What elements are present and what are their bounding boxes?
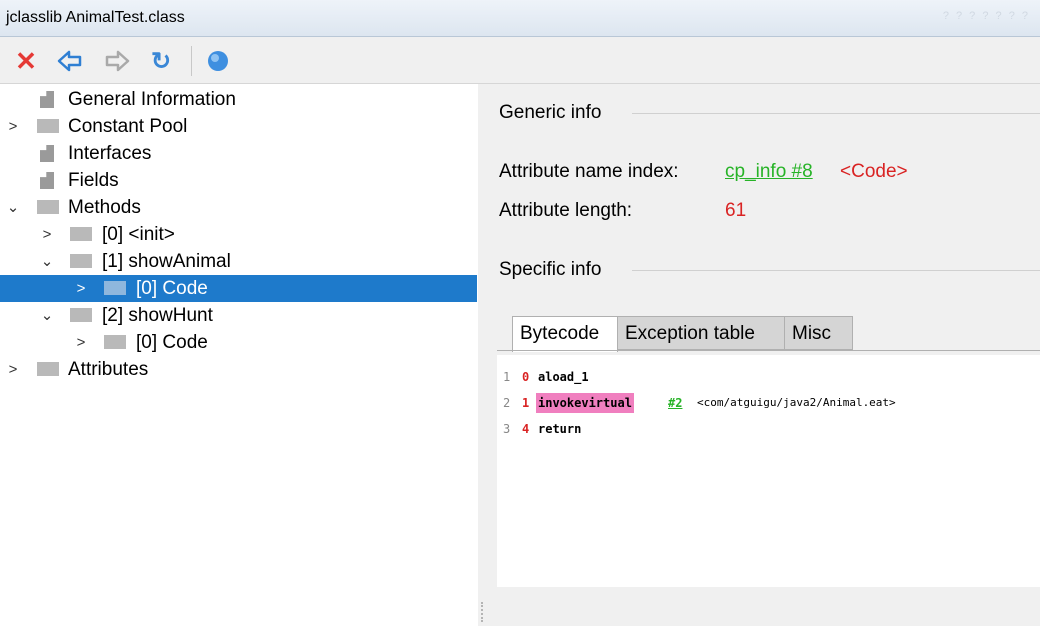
bytecode-view[interactable]: 1 0 aload_1 2 1 invokevirtual #2 <com/at… [497, 355, 1040, 587]
chevron-down-icon[interactable]: ⌄ [6, 194, 20, 221]
folder-icon [70, 227, 92, 241]
attribute-name-value: <Code> [840, 161, 908, 182]
attribute-name-index-label: Attribute name index: [499, 161, 679, 182]
opcode: aload_1 [538, 370, 589, 384]
chevron-down-icon[interactable]: ⌄ [40, 248, 54, 275]
refresh-icon[interactable]: ↻ [148, 48, 174, 75]
back-arrow-icon[interactable] [57, 48, 83, 74]
forward-arrow-icon[interactable] [104, 48, 130, 74]
chevron-down-icon[interactable]: ⌄ [40, 302, 54, 329]
window-title: jclasslib AnimalTest.class [6, 9, 185, 26]
folder-icon [37, 362, 59, 376]
tab-exception-table[interactable]: Exception table [617, 316, 785, 350]
folder-icon [70, 308, 92, 322]
close-icon[interactable]: ✕ [13, 48, 39, 74]
attribute-length-value: 61 [725, 200, 747, 221]
folder-icon [37, 200, 59, 214]
chevron-right-icon[interactable]: > [74, 275, 88, 302]
specific-info-title: Specific info [499, 259, 602, 280]
tab-underline [497, 350, 1040, 351]
toolbar: ✕ ↻ [0, 38, 1040, 84]
file-icon [40, 145, 54, 162]
opcode: return [538, 422, 582, 436]
toolbar-separator [191, 46, 192, 76]
folder-icon [104, 335, 126, 349]
attribute-length-label: Attribute length: [499, 200, 633, 221]
window-controls[interactable]: ? ? ? ? ? ? ? [943, 10, 1030, 22]
tree-selection [0, 275, 477, 302]
folder-icon [104, 281, 126, 295]
chevron-right-icon[interactable]: > [6, 113, 20, 140]
generic-info-title: Generic info [499, 102, 602, 123]
title-bar: jclasslib AnimalTest.class ? ? ? ? ? ? ? [0, 0, 1040, 37]
chevron-right-icon[interactable]: > [40, 221, 54, 248]
class-tree[interactable]: General Information > Constant Pool Inte… [0, 84, 478, 626]
method-ref-comment: <com/atguigu/java2/Animal.eat> [697, 396, 896, 409]
section-divider [632, 113, 1040, 114]
split-grip[interactable] [481, 602, 487, 622]
tab-misc[interactable]: Misc [784, 316, 853, 350]
opcode-highlighted: invokevirtual [536, 393, 634, 413]
chevron-right-icon[interactable]: > [6, 356, 20, 383]
split-divider[interactable] [478, 84, 497, 626]
folder-icon [37, 119, 59, 133]
folder-icon [70, 254, 92, 268]
section-divider [632, 270, 1040, 271]
chevron-right-icon[interactable]: > [74, 329, 88, 356]
file-icon [40, 172, 54, 189]
cp-info-link[interactable]: cp_info #8 [725, 161, 813, 183]
globe-icon[interactable] [205, 48, 231, 74]
constant-ref-link[interactable]: #2 [668, 393, 682, 413]
file-icon [40, 91, 54, 108]
tab-bytecode[interactable]: Bytecode [512, 316, 618, 352]
